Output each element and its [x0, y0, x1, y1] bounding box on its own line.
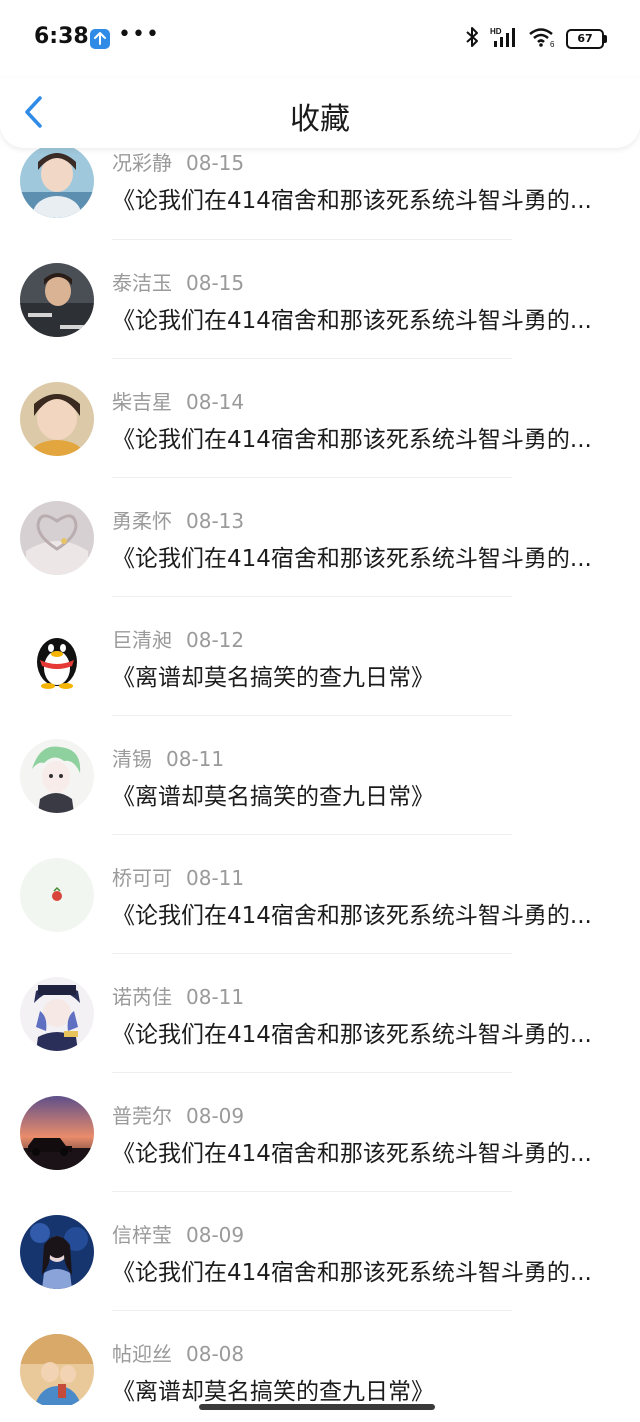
avatar [20, 1215, 94, 1289]
author-name: 勇柔怀 [112, 509, 172, 533]
item-title[interactable]: 《离谱却莫名搞笑的查九日常》 [112, 777, 617, 811]
avatar [20, 501, 94, 575]
battery-indicator: 67 [566, 29, 607, 49]
item-title[interactable]: 《论我们在414宿舍和那该死系统斗智斗勇的... [112, 1253, 617, 1287]
item-meta: 巨清昶 08-12 [112, 624, 244, 653]
item-meta: 勇柔怀 08-13 [112, 505, 244, 534]
author-name: 诺芮佳 [112, 985, 172, 1009]
divider [112, 596, 512, 597]
item-title[interactable]: 《论我们在414宿舍和那该死系统斗智斗勇的... [112, 420, 617, 454]
status-bar: 6:38 ••• HD 6 67 [0, 0, 640, 78]
list-item[interactable]: 帖迎丝 08-08 《离谱却莫名搞笑的查九日常》 [0, 1334, 640, 1405]
list-item[interactable]: 桥可可 08-11 《论我们在414宿舍和那该死系统斗智斗勇的... [0, 858, 640, 977]
author-name: 泰洁玉 [112, 271, 172, 295]
list-item[interactable]: 勇柔怀 08-13 《论我们在414宿舍和那该死系统斗智斗勇的... [0, 501, 640, 620]
page-title: 收藏 [290, 102, 350, 137]
item-date: 08-14 [186, 390, 245, 414]
upload-notification-icon [90, 29, 110, 49]
avatar [20, 145, 94, 218]
wifi-icon: 6 [528, 26, 556, 52]
divider [112, 477, 512, 478]
item-date: 08-12 [186, 628, 245, 652]
divider [112, 1191, 512, 1192]
avatar [20, 1096, 94, 1170]
home-indicator[interactable] [199, 1404, 435, 1410]
avatar [20, 977, 94, 1051]
bluetooth-icon [464, 26, 480, 52]
item-date: 08-11 [186, 866, 245, 890]
item-meta: 泰洁玉 08-15 [112, 267, 244, 296]
avatar [20, 382, 94, 456]
divider [112, 834, 512, 835]
author-name: 普莞尔 [112, 1104, 172, 1128]
item-date: 08-09 [186, 1223, 245, 1247]
list-item[interactable]: 泰洁玉 08-15 《论我们在414宿舍和那该死系统斗智斗勇的... [0, 263, 640, 382]
divider [112, 1072, 512, 1073]
item-date: 08-13 [186, 509, 245, 533]
avatar [20, 739, 94, 813]
avatar [20, 858, 94, 932]
item-title[interactable]: 《离谱却莫名搞笑的查九日常》 [112, 1372, 617, 1405]
item-date: 08-11 [166, 747, 225, 771]
author-name: 柴吉星 [112, 390, 172, 414]
list-item[interactable]: 诺芮佳 08-11 《论我们在414宿舍和那该死系统斗智斗勇的... [0, 977, 640, 1096]
item-title[interactable]: 《论我们在414宿舍和那该死系统斗智斗勇的... [112, 1134, 617, 1168]
item-date: 08-08 [186, 1342, 245, 1366]
divider [112, 239, 512, 240]
item-meta: 清锡 08-11 [112, 743, 224, 772]
author-name: 清锡 [112, 747, 152, 771]
item-date: 08-15 [186, 151, 245, 175]
more-notifications-icon: ••• [118, 22, 160, 47]
cellular-signal-icon: HD [490, 26, 518, 52]
item-meta: 诺芮佳 08-11 [112, 981, 244, 1010]
list-item[interactable]: 况彩静 08-15 《论我们在414宿舍和那该死系统斗智斗勇的... [0, 145, 640, 263]
status-time: 6:38 [34, 24, 89, 49]
list-item[interactable]: 清锡 08-11 《离谱却莫名搞笑的查九日常》 [0, 739, 640, 858]
author-name: 桥可可 [112, 866, 172, 890]
svg-text:HD: HD [490, 27, 502, 36]
item-title[interactable]: 《论我们在414宿舍和那该死系统斗智斗勇的... [112, 1015, 617, 1049]
item-meta: 况彩静 08-15 [112, 147, 244, 176]
list-item[interactable]: 信梓莹 08-09 《论我们在414宿舍和那该死系统斗智斗勇的... [0, 1215, 640, 1334]
divider [112, 1310, 512, 1311]
navigation-header: 收藏 [0, 78, 640, 148]
item-title[interactable]: 《论我们在414宿舍和那该死系统斗智斗勇的... [112, 539, 617, 573]
favorites-list: 况彩静 08-15 《论我们在414宿舍和那该死系统斗智斗勇的... 泰洁玉 08-… [0, 145, 640, 1405]
item-meta: 柴吉星 08-14 [112, 386, 244, 415]
item-meta: 信梓莹 08-09 [112, 1219, 244, 1248]
avatar [20, 263, 94, 337]
avatar [20, 620, 94, 694]
author-name: 帖迎丝 [112, 1342, 172, 1366]
svg-text:6: 6 [550, 40, 555, 48]
item-title[interactable]: 《离谱却莫名搞笑的查九日常》 [112, 658, 617, 692]
item-meta: 帖迎丝 08-08 [112, 1338, 244, 1367]
item-date: 08-15 [186, 271, 245, 295]
item-date: 08-09 [186, 1104, 245, 1128]
author-name: 况彩静 [112, 151, 172, 175]
list-item[interactable]: 巨清昶 08-12 《离谱却莫名搞笑的查九日常》 [0, 620, 640, 739]
author-name: 巨清昶 [112, 628, 172, 652]
item-title[interactable]: 《论我们在414宿舍和那该死系统斗智斗勇的... [112, 301, 617, 335]
divider [112, 358, 512, 359]
divider [112, 953, 512, 954]
item-date: 08-11 [186, 985, 245, 1009]
divider [112, 715, 512, 716]
avatar [20, 1334, 94, 1405]
list-item[interactable]: 柴吉星 08-14 《论我们在414宿舍和那该死系统斗智斗勇的... [0, 382, 640, 501]
item-meta: 普莞尔 08-09 [112, 1100, 244, 1129]
item-meta: 桥可可 08-11 [112, 862, 244, 891]
item-title[interactable]: 《论我们在414宿舍和那该死系统斗智斗勇的... [112, 181, 617, 215]
author-name: 信梓莹 [112, 1223, 172, 1247]
status-indicators: HD 6 67 [464, 26, 607, 52]
item-title[interactable]: 《论我们在414宿舍和那该死系统斗智斗勇的... [112, 896, 617, 930]
list-item[interactable]: 普莞尔 08-09 《论我们在414宿舍和那该死系统斗智斗勇的... [0, 1096, 640, 1215]
